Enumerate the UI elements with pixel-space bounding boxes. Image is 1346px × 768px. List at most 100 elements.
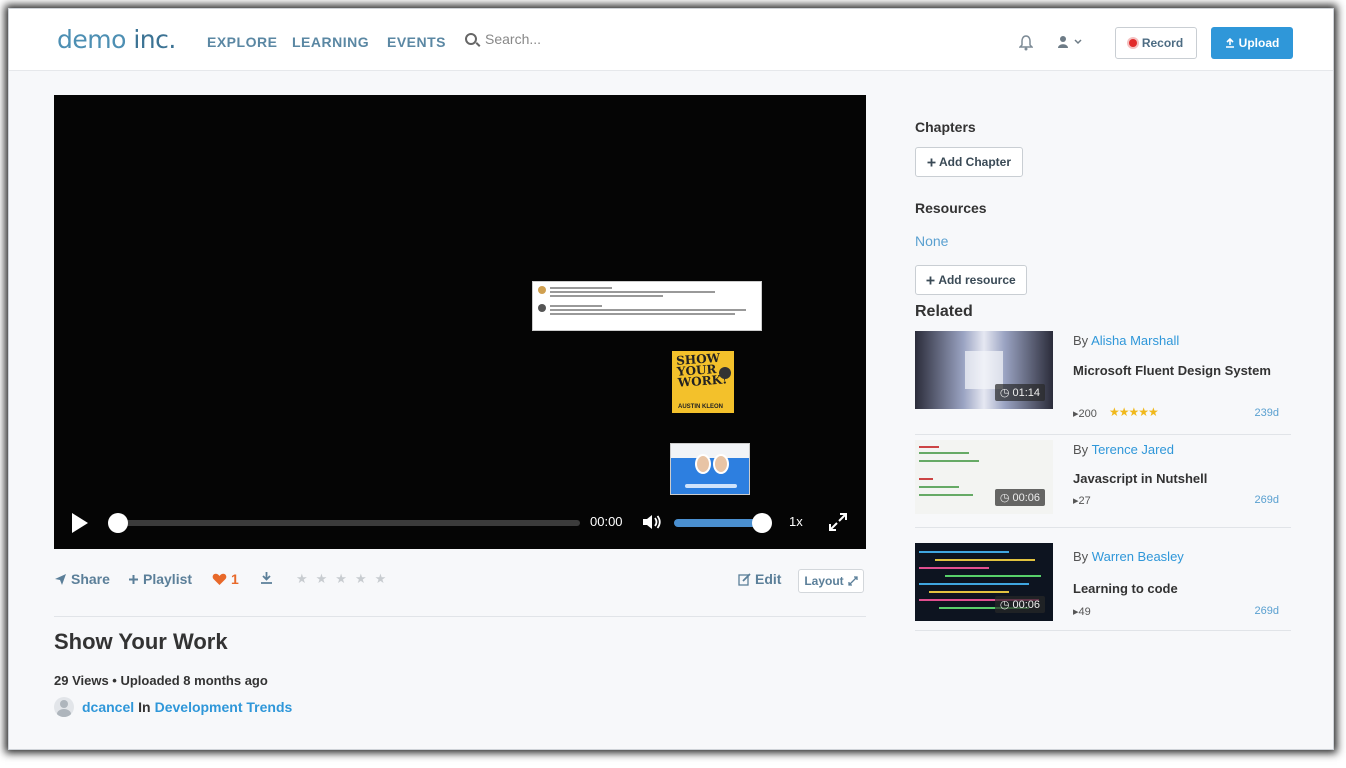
playlist-button[interactable]: Playlist <box>128 571 192 587</box>
share-button[interactable]: Share <box>54 571 110 587</box>
book-author: AUSTIN KLEON <box>678 404 723 410</box>
related-item[interactable]: ◷ 00:06 By Terence Jared Javascript in Nu… <box>915 440 1291 528</box>
category-link[interactable]: Development Trends <box>155 699 293 715</box>
resources-none: None <box>915 233 949 249</box>
author-link[interactable]: Alisha Marshall <box>1091 333 1179 348</box>
owner-link[interactable]: dcancel <box>82 699 134 715</box>
playlist-label: Playlist <box>143 571 193 587</box>
volume-handle[interactable] <box>752 513 772 533</box>
add-chapter-button[interactable]: Add Chapter <box>915 147 1023 177</box>
layout-button[interactable]: Layout <box>798 569 864 593</box>
user-menu[interactable] <box>1057 35 1087 52</box>
by-label: By <box>1073 442 1089 457</box>
divider <box>54 616 866 617</box>
related-byline: By Warren Beasley <box>1073 549 1184 564</box>
clock-icon: ◷ <box>999 492 1010 504</box>
logo-suffix: inc. <box>125 25 176 54</box>
video-frame-chat-screenshot <box>532 281 762 331</box>
resources-heading: Resources <box>915 200 987 216</box>
app-window: demo inc. EXPLORE LEARNING EVENTS Record… <box>8 8 1334 750</box>
video-frame-book-cover: SHOW YOUR WORK! AUSTIN KLEON <box>672 351 734 413</box>
plus-icon <box>129 574 138 584</box>
heart-icon <box>212 573 227 585</box>
upload-button[interactable]: Upload <box>1211 27 1293 59</box>
clock-icon: ◷ <box>999 599 1010 611</box>
video-title: Show Your Work <box>54 629 228 654</box>
duration-badge: ◷ 00:06 <box>994 489 1045 506</box>
plus-icon <box>926 276 935 284</box>
record-dot-icon <box>1128 39 1137 47</box>
related-byline: By Terence Jared <box>1073 442 1174 457</box>
related-title[interactable]: Javascript in Nutshell <box>1073 469 1283 489</box>
duration-text: 00:06 <box>1012 598 1040 611</box>
author-link[interactable]: Terence Jared <box>1092 442 1174 457</box>
related-item[interactable]: ◷ 00:06 By Warren Beasley Learning to cod… <box>915 543 1291 631</box>
video-meta: 29 Views • Uploaded 8 months ago <box>54 673 268 688</box>
view-count: ▸27 <box>1073 494 1091 507</box>
volume-icon[interactable] <box>642 513 662 531</box>
expand-icon <box>848 576 858 586</box>
record-button[interactable]: Record <box>1115 27 1197 59</box>
duration-badge: ◷ 00:06 <box>994 596 1045 613</box>
share-label: Share <box>71 571 110 587</box>
by-label: By <box>1073 549 1089 564</box>
related-byline: By Alisha Marshall <box>1073 333 1179 348</box>
chevron-down-icon <box>1074 39 1082 45</box>
add-resource-button[interactable]: Add resource <box>915 265 1027 295</box>
age-label: 239d <box>1254 407 1279 419</box>
related-thumbnail[interactable]: ◷ 00:06 <box>915 543 1053 621</box>
in-label: In <box>138 699 151 715</box>
author-link[interactable]: Warren Beasley <box>1092 549 1184 564</box>
plus-icon <box>927 158 936 166</box>
video-frame-podcast-image <box>670 443 750 495</box>
bell-icon[interactable] <box>1018 35 1034 54</box>
related-title[interactable]: Learning to code <box>1073 579 1283 599</box>
download-icon <box>261 572 272 584</box>
search-bar <box>465 31 645 47</box>
seek-bar[interactable] <box>114 520 580 526</box>
edit-label: Edit <box>755 571 782 587</box>
clock-icon: ◷ <box>999 387 1010 399</box>
related-item[interactable]: ◷ 01:14 By Alisha Marshall Microsoft Flue… <box>915 331 1291 435</box>
player-controls: 00:00 1x <box>54 495 866 549</box>
search-input[interactable] <box>485 31 645 47</box>
logo-main: demo <box>57 25 126 54</box>
duration-text: 00:06 <box>1012 491 1040 504</box>
view-count-text: 27 <box>1078 495 1091 507</box>
view-count-text: 49 <box>1078 606 1091 618</box>
duration-badge: ◷ 01:14 <box>994 384 1045 401</box>
paper-plane-icon <box>55 573 66 585</box>
search-icon <box>465 33 477 45</box>
duration-text: 01:14 <box>1012 386 1040 399</box>
user-icon <box>1058 36 1082 48</box>
fullscreen-icon[interactable] <box>828 512 848 532</box>
download-button[interactable] <box>260 571 273 584</box>
rating-stars[interactable]: ★★★★★ <box>296 571 394 587</box>
edit-icon <box>738 572 751 586</box>
related-thumbnail[interactable]: ◷ 01:14 <box>915 331 1053 409</box>
view-count-text: 200 <box>1078 408 1097 420</box>
related-heading: Related <box>915 303 973 320</box>
owner-row: dcancel In Development Trends <box>54 697 292 717</box>
avatar[interactable] <box>54 697 74 717</box>
by-label: By <box>1073 333 1089 348</box>
age-label: 269d <box>1254 494 1279 506</box>
like-button[interactable]: 1 <box>212 571 239 587</box>
brand-logo[interactable]: demo inc. <box>57 25 176 54</box>
edit-button[interactable]: Edit <box>738 571 781 587</box>
nav-explore[interactable]: EXPLORE <box>207 34 277 50</box>
chapters-heading: Chapters <box>915 119 976 135</box>
seek-handle[interactable] <box>108 513 128 533</box>
play-icon[interactable] <box>72 513 88 533</box>
like-count: 1 <box>231 571 239 587</box>
upload-icon <box>1225 38 1234 48</box>
video-player[interactable]: SHOW YOUR WORK! AUSTIN KLEON 00:00 1x <box>54 95 866 549</box>
nav-learning[interactable]: LEARNING <box>292 34 369 50</box>
view-count: ▸49 <box>1073 605 1091 618</box>
nav-events[interactable]: EVENTS <box>387 34 446 50</box>
playback-speed[interactable]: 1x <box>789 514 803 529</box>
related-thumbnail[interactable]: ◷ 00:06 <box>915 440 1053 514</box>
upload-label: Upload <box>1238 36 1280 50</box>
layout-label: Layout <box>804 574 844 588</box>
related-title[interactable]: Microsoft Fluent Design System <box>1073 361 1283 381</box>
